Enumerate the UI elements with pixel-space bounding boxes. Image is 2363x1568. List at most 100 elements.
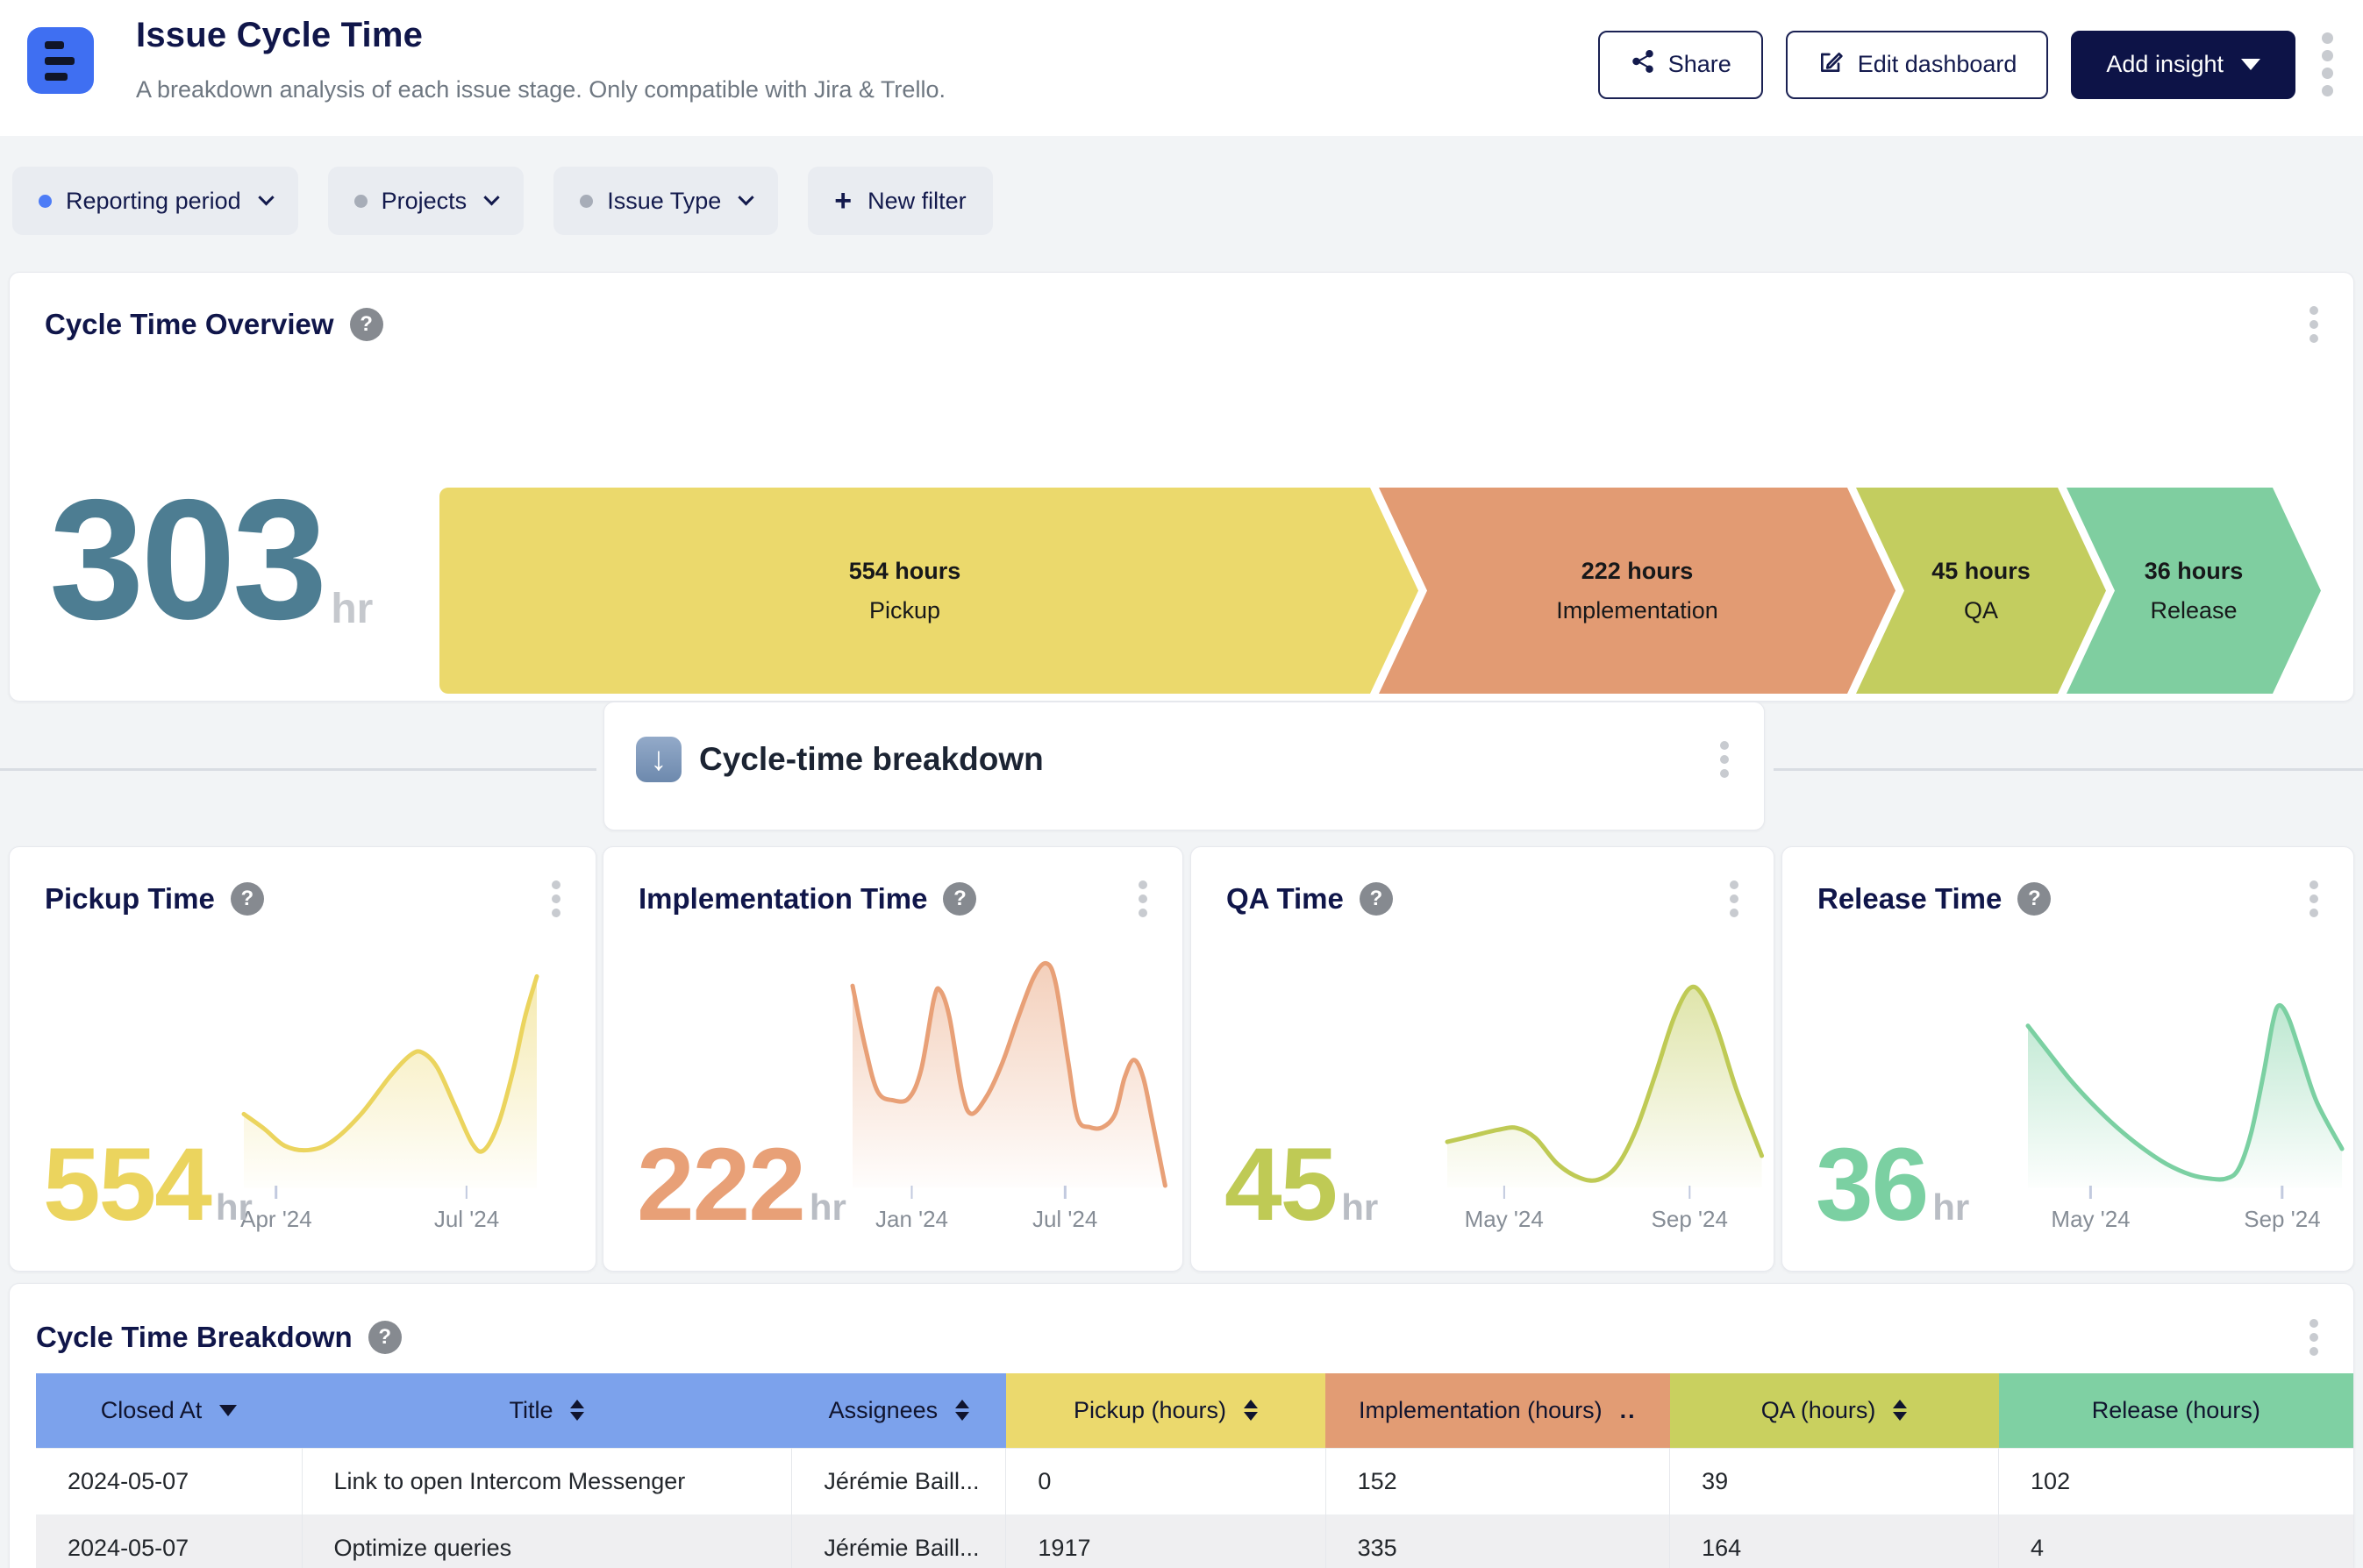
share-button[interactable]: Share — [1598, 31, 1763, 99]
column-label: QA (hours) — [1761, 1397, 1876, 1424]
table-cell: 102 — [1999, 1448, 2353, 1515]
sort-icon — [955, 1400, 969, 1421]
note-title: Cycle-time breakdown — [699, 741, 1044, 778]
sort-icon — [570, 1400, 584, 1421]
edit-dashboard-label: Edit dashboard — [1858, 51, 2017, 78]
stage-name: QA — [1964, 597, 1998, 624]
funnel-stage-pickup: 554 hours Pickup — [439, 488, 1418, 694]
header-kebab-menu-icon[interactable] — [2318, 27, 2337, 102]
card-title: Pickup Time — [45, 882, 215, 916]
sort-icon — [1893, 1400, 1907, 1421]
stage-name: Pickup — [869, 597, 940, 624]
filter-chip-projects[interactable]: Projects — [328, 167, 525, 235]
sort-icon — [1244, 1400, 1258, 1421]
help-icon[interactable]: ? — [1360, 882, 1393, 916]
total-cycle-time: 303 hr — [49, 474, 373, 645]
column-label: Pickup (hours) — [1074, 1397, 1226, 1424]
help-icon[interactable]: ? — [231, 882, 264, 916]
unit: hr — [1341, 1187, 1378, 1229]
add-insight-button[interactable]: Add insight — [2071, 31, 2295, 99]
value: 45 — [1224, 1141, 1336, 1229]
x-axis-tick: Jan '24 — [875, 1186, 948, 1233]
table-cell: 4 — [1999, 1515, 2353, 1568]
stage-hours: 45 hours — [1931, 558, 2031, 585]
breakdown-table: Closed At Title Assignees Pickup (hours) Imp… — [36, 1373, 2353, 1568]
filter-dot-icon — [580, 195, 593, 208]
kebab-menu-icon[interactable] — [546, 875, 566, 923]
metric-card-qa-time: QA Time ? May '24Sep '24 45 hr — [1190, 846, 1774, 1272]
cycle-time-breakdown-note-card: ↓ Cycle-time breakdown — [603, 702, 1765, 830]
help-icon[interactable]: ? — [350, 308, 383, 341]
column-header-qa-hours[interactable]: QA (hours) — [1670, 1373, 1999, 1448]
sparkline-chart — [1447, 987, 1762, 1186]
column-label: Implementation (hours) — [1359, 1397, 1603, 1424]
help-icon[interactable]: ? — [943, 882, 976, 916]
value: 222 — [637, 1141, 804, 1229]
kebab-menu-icon[interactable] — [1133, 875, 1153, 923]
column-header-implementation-hours[interactable]: Implementation (hours).. — [1325, 1373, 1670, 1448]
edit-icon — [1817, 47, 1845, 82]
table-header-row: Closed At Title Assignees Pickup (hours) Imp… — [36, 1373, 2353, 1448]
filter-chip-reporting-period[interactable]: Reporting period — [12, 167, 298, 235]
kebab-menu-icon[interactable] — [1715, 736, 1734, 783]
table-cell: 152 — [1325, 1448, 1670, 1515]
column-header-release-hours[interactable]: Release (hours) — [1999, 1373, 2353, 1448]
card-title: Cycle Time Breakdown — [36, 1321, 353, 1354]
table-row[interactable]: 2024-05-07Optimize queriesJérémie Baill.… — [36, 1515, 2353, 1568]
table-cell: 164 — [1670, 1515, 1999, 1568]
sort-icon-truncated: .. — [1620, 1397, 1637, 1424]
table-cell: Optimize queries — [302, 1515, 792, 1568]
x-axis-tick: Jul '24 — [434, 1186, 499, 1233]
sparkline-area: Apr '24Jul '24 — [244, 974, 537, 1187]
total-unit: hr — [331, 585, 373, 633]
column-label: Title — [509, 1397, 553, 1424]
x-axis-tick: Sep '24 — [2244, 1186, 2320, 1233]
sparkline-area: Jan '24Jul '24 — [853, 961, 1165, 1186]
add-insight-label: Add insight — [2106, 51, 2224, 78]
edit-dashboard-button[interactable]: Edit dashboard — [1786, 31, 2049, 99]
sparkline-area: May '24Sep '24 — [1447, 987, 1762, 1186]
sort-desc-icon — [219, 1405, 237, 1416]
table-cell: Jérémie Baill... — [792, 1448, 1006, 1515]
stage-name: Release — [2150, 597, 2237, 624]
table-row[interactable]: 2024-05-07Link to open Intercom Messenge… — [36, 1448, 2353, 1515]
kebab-menu-icon[interactable] — [2304, 1314, 2324, 1361]
page-subtitle: A breakdown analysis of each issue stage… — [136, 76, 946, 103]
card-title: Cycle Time Overview — [45, 308, 334, 341]
column-header-title[interactable]: Title — [302, 1373, 792, 1448]
table-cell: 39 — [1670, 1448, 1999, 1515]
filter-dot-icon — [39, 195, 52, 208]
kebab-menu-icon[interactable] — [2304, 875, 2324, 923]
column-header-assignees[interactable]: Assignees — [792, 1373, 1006, 1448]
table-cell: 0 — [1006, 1448, 1325, 1515]
sparkline-chart — [2028, 1000, 2342, 1187]
share-label: Share — [1668, 51, 1731, 78]
kebab-menu-icon[interactable] — [2304, 301, 2324, 348]
kebab-menu-icon[interactable] — [1724, 875, 1744, 923]
dashboard-logo-icon — [27, 27, 94, 94]
table-body: 2024-05-07Link to open Intercom Messenge… — [36, 1448, 2353, 1568]
share-icon — [1630, 48, 1656, 81]
x-axis-tick: Jul '24 — [1032, 1186, 1097, 1233]
new-filter-button[interactable]: + New filter — [808, 167, 992, 235]
filter-label: Projects — [382, 188, 468, 215]
sparkline-chart — [853, 961, 1165, 1186]
column-header-closed-at[interactable]: Closed At — [36, 1373, 302, 1448]
card-title: Implementation Time — [639, 882, 927, 916]
stage-hours: 554 hours — [849, 558, 961, 585]
breakdown-table-wrapper: Closed At Title Assignees Pickup (hours) Imp… — [36, 1373, 2353, 1568]
total-value: 303 — [49, 474, 324, 645]
help-icon[interactable]: ? — [368, 1321, 402, 1354]
stage-hours: 222 hours — [1581, 558, 1694, 585]
stage-funnel-chart: 554 hours Pickup 222 hours Implementatio… — [439, 488, 2325, 694]
down-arrow-emoji-icon: ↓ — [636, 737, 682, 782]
unit: hr — [216, 1187, 253, 1229]
metric-card-release-time: Release Time ? May '24Sep '24 36 hr — [1781, 846, 2354, 1272]
unit: hr — [810, 1187, 846, 1229]
column-header-pickup-hours[interactable]: Pickup (hours) — [1006, 1373, 1325, 1448]
divider-line — [0, 768, 596, 771]
filter-chip-issue-type[interactable]: Issue Type — [553, 167, 778, 235]
help-icon[interactable]: ? — [2017, 882, 2051, 916]
cycle-time-overview-card: Cycle Time Overview ? 303 hr 554 hours P… — [9, 272, 2354, 702]
card-title: Release Time — [1817, 882, 2002, 916]
